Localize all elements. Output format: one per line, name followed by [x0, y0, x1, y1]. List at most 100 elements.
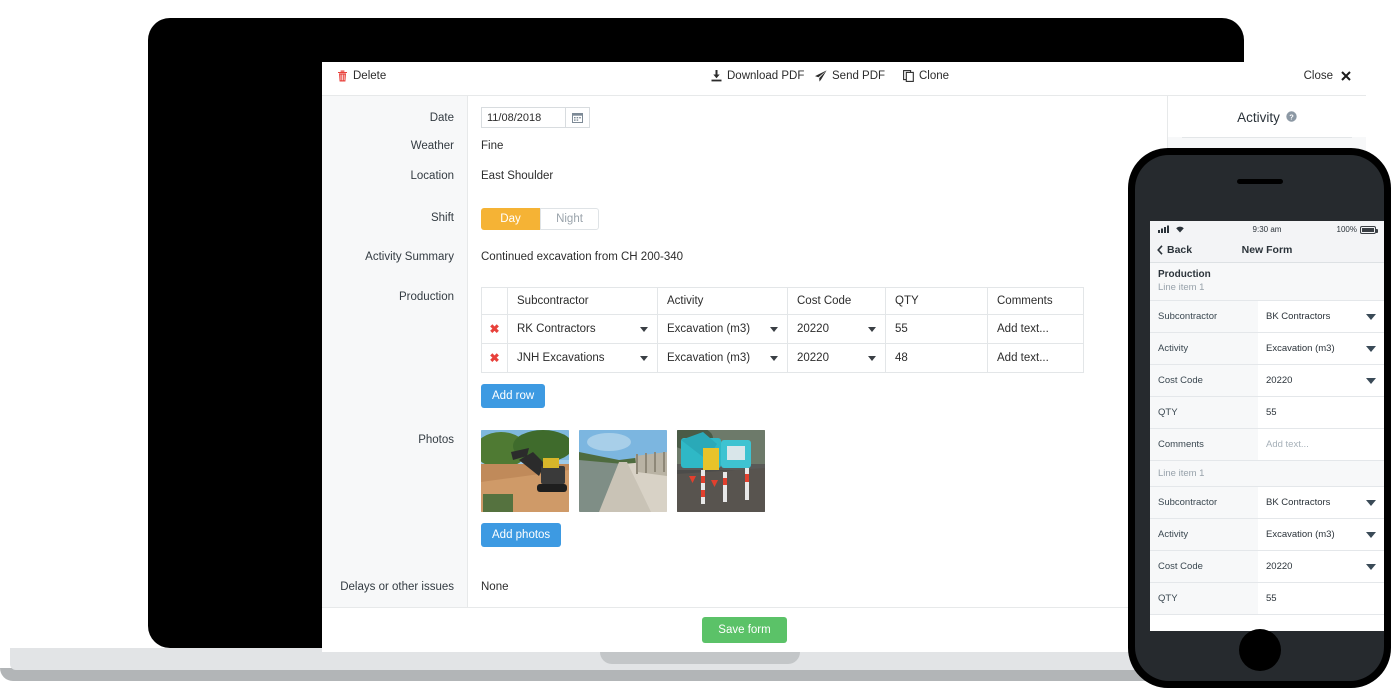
cell-subcontractor-value: RK Contractors: [517, 323, 596, 335]
phone-row-label: Activity: [1150, 333, 1258, 364]
phone-row-value-wrap: 20220: [1258, 551, 1384, 582]
field-date-label: Date: [429, 112, 454, 124]
clone-button[interactable]: Clone: [903, 70, 949, 82]
download-pdf-button[interactable]: Download PDF: [711, 70, 804, 82]
close-button[interactable]: Close: [1304, 70, 1351, 82]
field-activity-summary-value: Continued excavation from CH 200-340: [481, 251, 684, 263]
cell-qty[interactable]: 48: [885, 343, 988, 373]
phone-section-subtitle: Line item 1: [1158, 282, 1205, 293]
phone-status-bar: 9:30 am 100%: [1150, 221, 1384, 238]
paper-plane-icon: [815, 70, 827, 82]
phone-row-value: Add text...: [1266, 439, 1309, 450]
col-subcontractor: Subcontractor: [507, 287, 658, 315]
phone-row-comments[interactable]: Comments Add text...: [1150, 429, 1384, 461]
phone-row-value-wrap: 55: [1258, 583, 1384, 614]
phone-row-cost-code-2[interactable]: Cost Code 20220: [1150, 551, 1384, 583]
trash-icon: [337, 70, 348, 82]
phone-device: 9:30 am 100% Back New Form Production Li…: [1128, 148, 1391, 688]
laptop-body: Delete Download PDF Send PDF Clone Close…: [148, 18, 1366, 652]
cell-cost-code[interactable]: 20220: [787, 314, 886, 344]
cell-subcontractor[interactable]: JNH Excavations: [507, 343, 658, 373]
phone-section-header: Production Line item 1: [1150, 263, 1384, 301]
phone-screen-title: New Form: [1241, 244, 1293, 256]
cell-subcontractor-value: JNH Excavations: [517, 352, 605, 364]
field-activity-summary-label: Activity Summary: [365, 251, 454, 263]
download-icon: [711, 70, 722, 82]
phone-row-value: Excavation (m3): [1266, 343, 1335, 354]
col-actions: [481, 287, 508, 315]
add-row-button[interactable]: Add row: [481, 384, 546, 408]
phone-row-activity-2[interactable]: Activity Excavation (m3): [1150, 519, 1384, 551]
photo-thumbnail[interactable]: [677, 430, 765, 512]
phone-row-label: Comments: [1150, 429, 1258, 460]
chevron-down-icon: [868, 355, 876, 361]
phone-row-label: QTY: [1150, 583, 1258, 614]
cell-cost-code-value: 20220: [797, 352, 829, 364]
col-cost-code: Cost Code: [787, 287, 886, 315]
cell-qty[interactable]: 55: [885, 314, 988, 344]
phone-row-value-wrap: BK Contractors: [1258, 487, 1384, 518]
send-pdf-button[interactable]: Send PDF: [815, 70, 885, 82]
form-scroll-area: Date 11/08/2018 Weather Fine Location Ea…: [322, 96, 1167, 607]
shift-night-button[interactable]: Night: [540, 208, 599, 230]
close-icon: [1341, 71, 1351, 81]
field-delays-value: None: [481, 581, 509, 593]
phone-row-qty[interactable]: QTY 55: [1150, 397, 1384, 429]
calendar-button[interactable]: [565, 107, 590, 128]
table-row: ✖ JNH Excavations Excavation (m3) 20220 …: [481, 343, 1084, 373]
phone-screen: 9:30 am 100% Back New Form Production Li…: [1150, 221, 1384, 631]
chevron-down-icon: [640, 326, 648, 332]
download-pdf-label: Download PDF: [727, 70, 805, 82]
chevron-down-icon: [1366, 345, 1376, 352]
phone-row-value: 20220: [1266, 561, 1293, 572]
cell-cost-code[interactable]: 20220: [787, 343, 886, 373]
form-pane: Date 11/08/2018 Weather Fine Location Ea…: [322, 96, 1168, 652]
save-form-button[interactable]: Save form: [702, 616, 787, 643]
delete-button[interactable]: Delete: [337, 70, 386, 82]
calendar-icon: [572, 113, 583, 123]
phone-row-value: Excavation (m3): [1266, 529, 1335, 540]
cell-comments[interactable]: Add text...: [987, 343, 1084, 373]
cell-comments[interactable]: Add text...: [987, 314, 1084, 344]
phone-row-value-wrap: Add text...: [1258, 429, 1384, 460]
phone-speaker: [1236, 179, 1283, 184]
x-icon: ✖: [489, 322, 500, 336]
date-input-group: [481, 107, 590, 128]
phone-row-label: Activity: [1150, 519, 1258, 550]
phone-bezel: 9:30 am 100% Back New Form Production Li…: [1135, 155, 1384, 681]
cell-cost-code-value: 20220: [797, 323, 829, 335]
cell-subcontractor[interactable]: RK Contractors: [507, 314, 658, 344]
delete-row-button[interactable]: ✖: [481, 314, 508, 344]
chevron-down-icon: [770, 326, 778, 332]
phone-row-value-wrap: 20220: [1258, 365, 1384, 396]
phone-row-value-wrap: 55: [1258, 397, 1384, 428]
field-delays-label: Delays or other issues: [340, 581, 454, 593]
chevron-down-icon: [1366, 313, 1376, 320]
photo-thumbnail[interactable]: [579, 430, 667, 512]
copy-icon: [903, 70, 914, 82]
app-toolbar: Delete Download PDF Send PDF Clone Close: [322, 62, 1366, 96]
photo-thumbnail[interactable]: [481, 430, 569, 512]
delete-label: Delete: [353, 70, 387, 82]
phone-home-button[interactable]: [1238, 629, 1281, 671]
phone-row-subcontractor[interactable]: Subcontractor BK Contractors: [1150, 301, 1384, 333]
phone-row-qty-2[interactable]: QTY 55: [1150, 583, 1384, 615]
shift-day-button[interactable]: Day: [481, 208, 540, 230]
svg-text:?: ?: [1289, 112, 1294, 121]
phone-row-cost-code[interactable]: Cost Code 20220: [1150, 365, 1384, 397]
help-icon[interactable]: ?: [1286, 110, 1297, 125]
chevron-down-icon: [1366, 531, 1376, 538]
cell-activity[interactable]: Excavation (m3): [657, 343, 788, 373]
delete-row-button[interactable]: ✖: [481, 343, 508, 373]
screenshot-stage: Delete Download PDF Send PDF Clone Close…: [0, 0, 1400, 700]
col-qty: QTY: [885, 287, 988, 315]
add-photos-button[interactable]: Add photos: [481, 523, 562, 547]
phone-row-subcontractor-2[interactable]: Subcontractor BK Contractors: [1150, 487, 1384, 519]
phone-row-activity[interactable]: Activity Excavation (m3): [1150, 333, 1384, 365]
col-activity: Activity: [657, 287, 788, 315]
field-weather-label: Weather: [410, 140, 454, 152]
phone-section-title: Production: [1158, 269, 1211, 280]
cell-activity[interactable]: Excavation (m3): [657, 314, 788, 344]
date-input[interactable]: [481, 107, 565, 128]
phone-row-label: QTY: [1150, 397, 1258, 428]
